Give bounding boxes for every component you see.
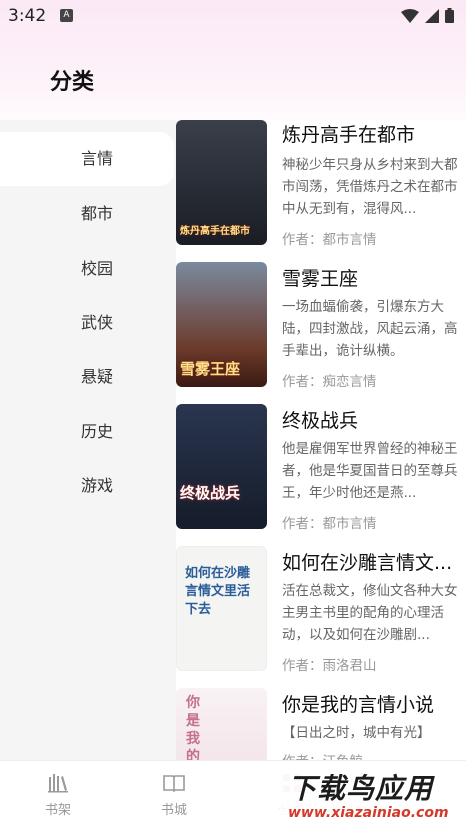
book-author: 作者：汪鱼鲸 bbox=[282, 750, 363, 760]
book-title: 如何在沙雕言情文... bbox=[282, 552, 453, 574]
sidebar-item-dushi[interactable]: 都市 bbox=[0, 187, 174, 241]
book-title: 你是我的言情小说 bbox=[282, 694, 435, 716]
sidebar-item-xuanyi[interactable]: 悬疑 bbox=[0, 350, 174, 404]
watermark-main: 下载鸟应用 bbox=[288, 772, 434, 805]
page-title: 分类 bbox=[50, 70, 95, 95]
cover-title: 雪雾王座 bbox=[180, 360, 241, 378]
watermark-url: www.xiazainiao.com bbox=[288, 805, 449, 821]
sidebar-item-label: 言情 bbox=[80, 149, 113, 168]
book-list: 炼丹高手在都市 炼丹高手在都市 神秘少年只身从乡村来到大都市闯荡，凭借炼丹之术在… bbox=[176, 120, 466, 760]
book-description: 活在总裁文，修仙文各种大女主男主书里的配角的心理活动，以及如何在沙雕剧... bbox=[282, 583, 458, 643]
status-icons bbox=[401, 8, 454, 23]
bookshelf-icon bbox=[48, 774, 68, 793]
site-watermark: 下载鸟应用 www.xiazainiao.com bbox=[280, 765, 466, 827]
status-bar: 3:42 A bbox=[0, 0, 466, 32]
sidebar-item-label: 游戏 bbox=[80, 476, 113, 495]
notification-app-icon: A bbox=[60, 9, 73, 22]
list-item[interactable]: 雪雾王座 雪雾王座 一场血蝠偷袭，引爆东方大陆，四封激战，风起云涌，高手辈出，诡… bbox=[176, 262, 466, 404]
book-description: 神秘少年只身从乡村来到大都市闯荡，凭借炼丹之术在都市中从无到有，混得风... bbox=[282, 157, 458, 217]
sidebar-item-xiaoyuan[interactable]: 校园 bbox=[0, 242, 174, 296]
sidebar-item-label: 都市 bbox=[80, 204, 113, 223]
signal-icon bbox=[425, 8, 439, 23]
sidebar-item-label: 校园 bbox=[80, 259, 113, 278]
cover-title: 炼丹高手在都市 bbox=[180, 226, 250, 237]
book-icon bbox=[163, 775, 185, 793]
book-author: 作者：都市言情 bbox=[282, 232, 377, 248]
sidebar-item-wuxia[interactable]: 武侠 bbox=[0, 296, 174, 350]
sidebar-item-lishi[interactable]: 历史 bbox=[0, 405, 174, 459]
book-author: 作者：都市言情 bbox=[282, 516, 377, 532]
list-item[interactable]: 如何在沙雕言情文里活下去 如何在沙雕言情文... 活在总裁文，修仙文各种大女主男… bbox=[176, 546, 466, 688]
book-author: 作者：痴恋言情 bbox=[282, 374, 377, 390]
cover-title: 你是我的 bbox=[186, 695, 200, 760]
battery-icon bbox=[445, 8, 454, 23]
tab-label: 书城 bbox=[160, 803, 187, 818]
tab-bookshelf[interactable]: 书架 bbox=[18, 761, 98, 831]
wifi-icon bbox=[401, 8, 419, 23]
sidebar-item-label: 历史 bbox=[80, 422, 113, 441]
book-cover: 终极战兵 bbox=[176, 404, 267, 529]
book-title: 炼丹高手在都市 bbox=[282, 124, 416, 146]
book-title: 雪雾王座 bbox=[282, 268, 359, 290]
sidebar-item-yanqing[interactable]: 言情 bbox=[0, 132, 174, 186]
sidebar-item-youxi[interactable]: 游戏 bbox=[0, 459, 174, 513]
status-time: 3:42 bbox=[8, 6, 47, 26]
book-cover: 雪雾王座 bbox=[176, 262, 267, 387]
book-cover: 炼丹高手在都市 bbox=[176, 120, 267, 245]
cover-title: 终极战兵 bbox=[180, 484, 241, 502]
book-description: 一场血蝠偷袭，引爆东方大陆，四封激战，风起云涌，高手辈出，诡计纵横。 bbox=[282, 299, 458, 359]
tab-bookstore[interactable]: 书城 bbox=[134, 761, 214, 831]
sidebar-item-label: 武侠 bbox=[80, 313, 113, 332]
list-item[interactable]: 炼丹高手在都市 炼丹高手在都市 神秘少年只身从乡村来到大都市闯荡，凭借炼丹之术在… bbox=[176, 120, 466, 262]
book-description: 他是雇佣军世界曾经的神秘王者，他是华夏国昔日的至尊兵王，年少时他还是燕... bbox=[282, 441, 458, 501]
book-cover: 你是我的 bbox=[176, 688, 267, 760]
book-title: 终极战兵 bbox=[282, 410, 359, 432]
list-item[interactable]: 你是我的 你是我的言情小说 【日出之时，城中有光】 作者：汪鱼鲸 bbox=[176, 688, 466, 760]
book-author: 作者：雨洛君山 bbox=[282, 658, 377, 674]
book-cover: 如何在沙雕言情文里活下去 bbox=[176, 546, 267, 671]
sidebar-item-label: 悬疑 bbox=[80, 367, 113, 386]
list-item[interactable]: 终极战兵 终极战兵 他是雇佣军世界曾经的神秘王者，他是华夏国昔日的至尊兵王，年少… bbox=[176, 404, 466, 546]
category-sidebar: 言情 都市 校园 武侠 悬疑 历史 游戏 bbox=[0, 120, 176, 760]
cover-title: 如何在沙雕言情文里活下去 bbox=[185, 566, 251, 617]
tab-label: 书架 bbox=[44, 803, 71, 818]
